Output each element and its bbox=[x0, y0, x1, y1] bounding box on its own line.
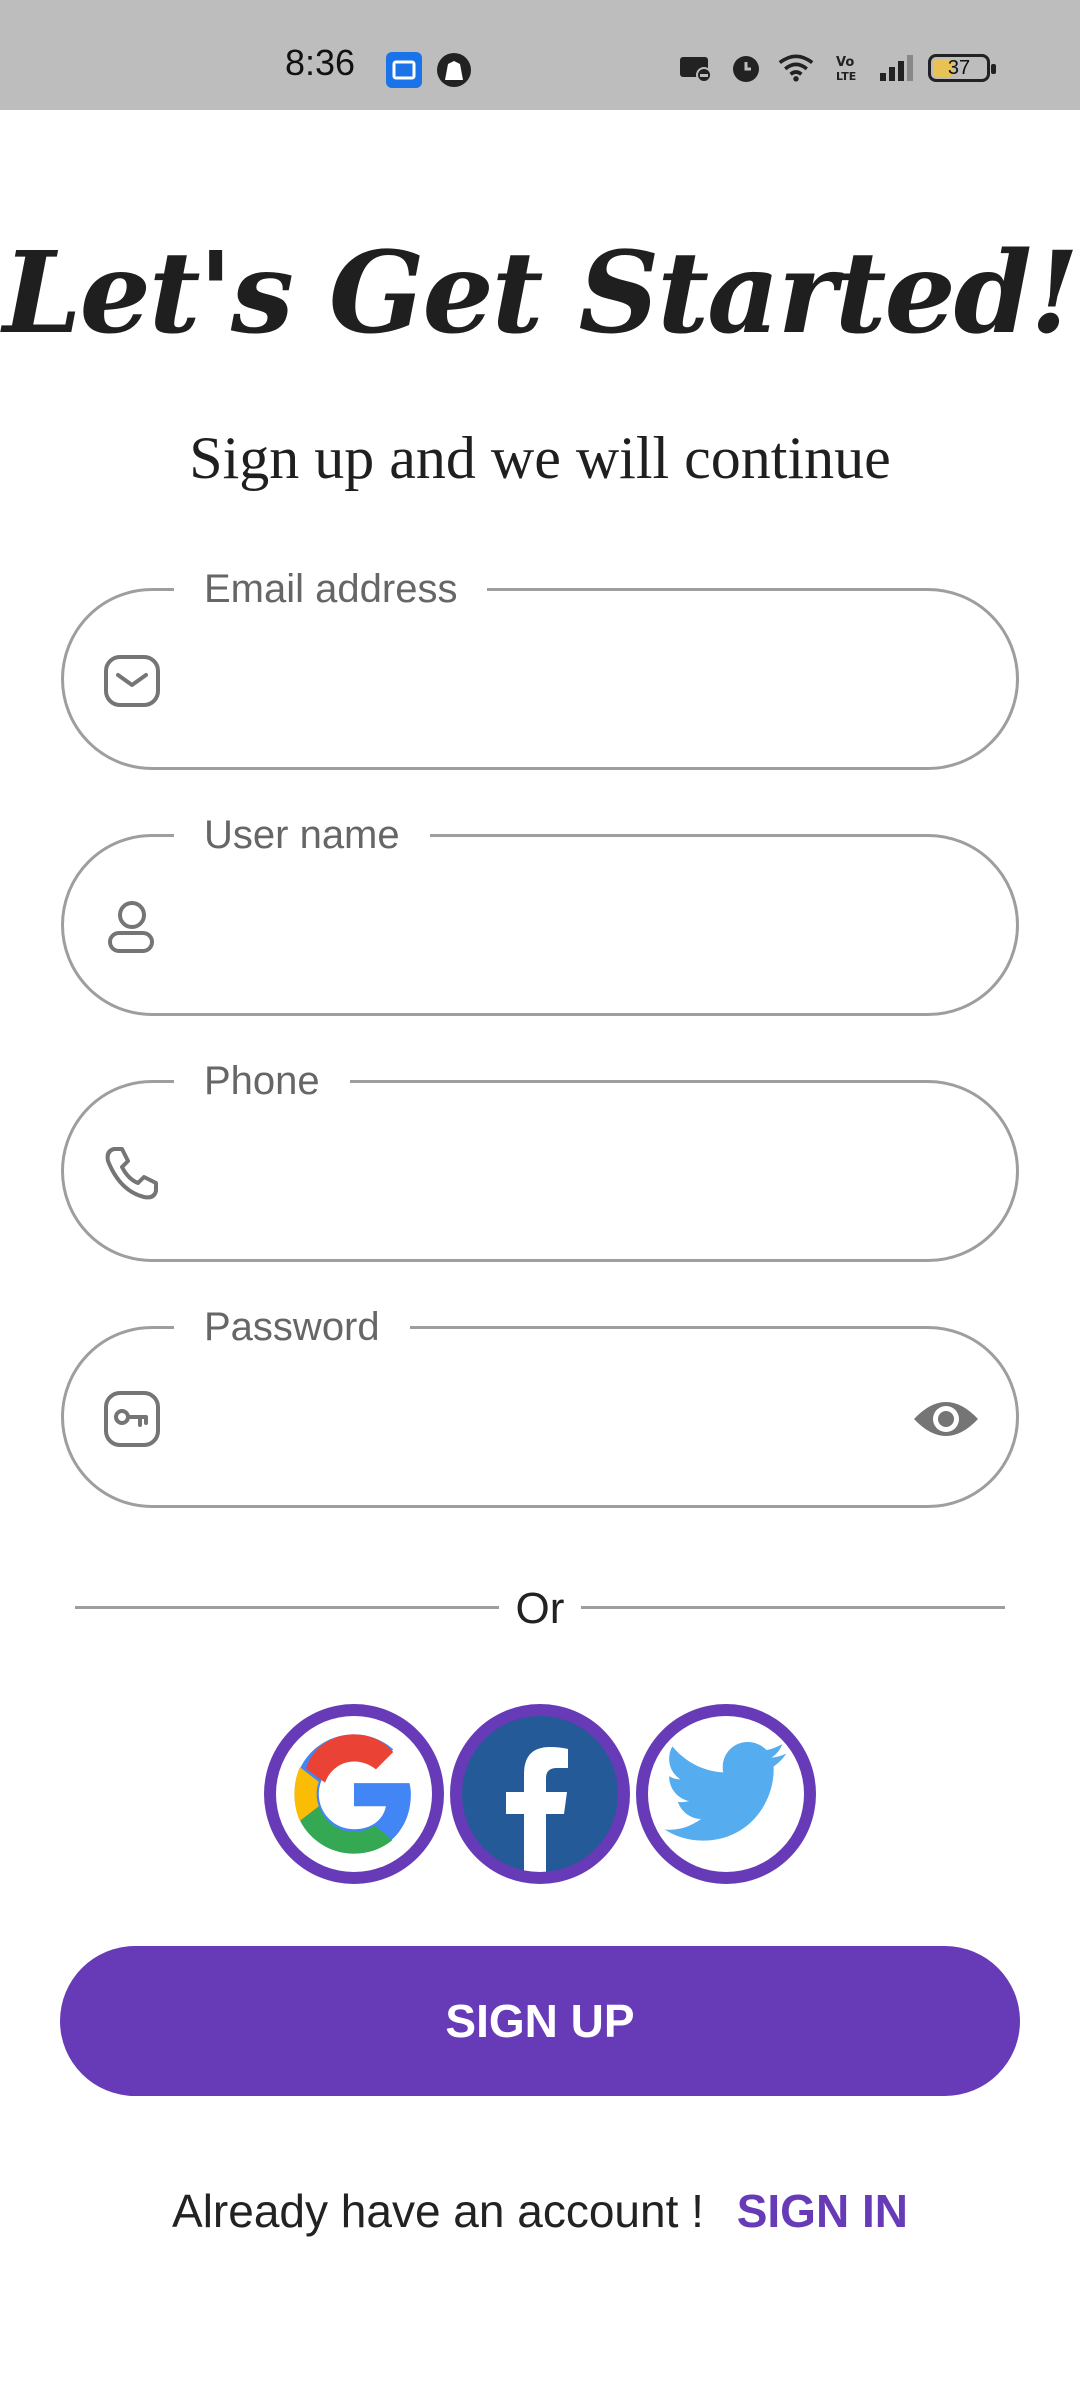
username-input[interactable] bbox=[194, 867, 918, 989]
email-input[interactable] bbox=[194, 621, 918, 743]
battery-level: 37 bbox=[947, 56, 971, 79]
alarm-icon bbox=[728, 50, 764, 86]
status-time: 8:36 bbox=[285, 42, 356, 83]
signup-button[interactable]: SIGN UP bbox=[60, 1946, 1020, 2096]
wifi-icon bbox=[778, 50, 814, 86]
divider-line-right bbox=[581, 1606, 1005, 1609]
svg-text:Vo: Vo bbox=[836, 55, 854, 70]
page-title: Let's Get Started! bbox=[2, 228, 1079, 359]
phone-icon bbox=[100, 1141, 164, 1205]
google-icon bbox=[276, 1716, 432, 1872]
mail-icon bbox=[100, 649, 164, 713]
phone-label: Phone bbox=[174, 1051, 350, 1111]
phone-input[interactable] bbox=[194, 1113, 918, 1235]
cast-icon bbox=[678, 50, 714, 86]
or-text: Or bbox=[515, 1584, 565, 1633]
app-notification-icon-2 bbox=[436, 52, 472, 88]
user-icon bbox=[100, 895, 164, 959]
username-field[interactable]: User name bbox=[61, 805, 1019, 1016]
signin-link[interactable]: SIGN IN bbox=[737, 2185, 908, 2237]
email-label: Email address bbox=[174, 559, 488, 619]
phone-field[interactable]: Phone bbox=[61, 1051, 1019, 1262]
app-notification-icon bbox=[386, 52, 422, 88]
key-icon bbox=[100, 1387, 164, 1451]
twitter-signin-button[interactable] bbox=[636, 1704, 816, 1884]
password-label: Password bbox=[174, 1297, 410, 1357]
password-input[interactable] bbox=[194, 1359, 918, 1481]
signin-row: Already have an account ! SIGN IN bbox=[0, 2184, 1080, 2238]
signal-icon bbox=[878, 50, 914, 86]
or-divider: Or bbox=[75, 1584, 1005, 1633]
facebook-signin-button[interactable] bbox=[450, 1704, 630, 1884]
volte-icon: Vo LTE bbox=[828, 50, 864, 86]
twitter-icon bbox=[648, 1716, 804, 1872]
facebook-icon bbox=[462, 1716, 618, 1872]
status-bar: 8:36 Vo LTE 37 bbox=[0, 0, 1080, 110]
signin-prompt: Already have an account ! bbox=[172, 2185, 704, 2237]
email-field[interactable]: Email address bbox=[61, 559, 1019, 770]
svg-text:LTE: LTE bbox=[836, 70, 856, 83]
password-field[interactable]: Password bbox=[61, 1297, 1019, 1508]
eye-icon[interactable] bbox=[912, 1391, 980, 1447]
page-subtitle: Sign up and we will continue bbox=[189, 425, 891, 491]
username-label: User name bbox=[174, 805, 430, 865]
battery-icon: 37 bbox=[928, 54, 996, 82]
google-signin-button[interactable] bbox=[264, 1704, 444, 1884]
